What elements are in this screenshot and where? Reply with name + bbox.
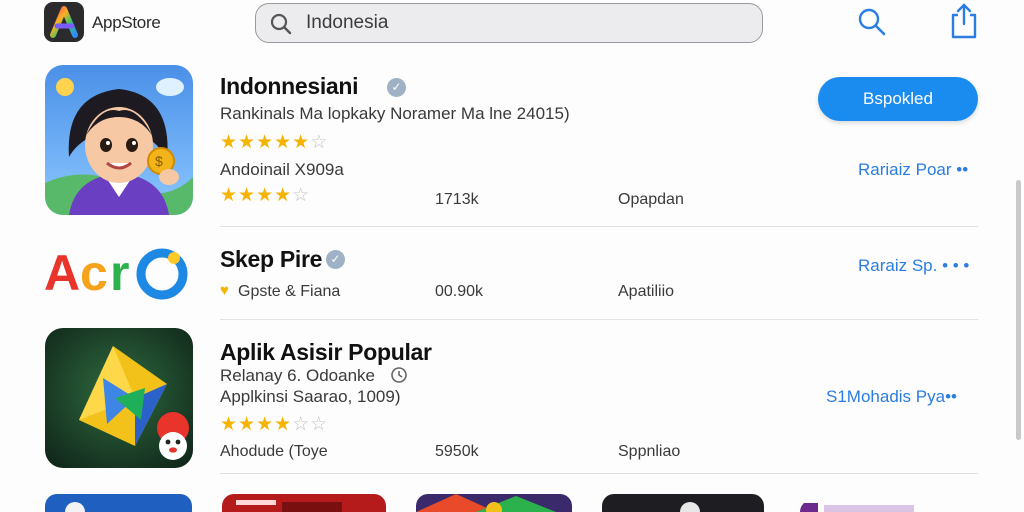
svg-text:r: r	[110, 245, 129, 301]
share-button[interactable]	[948, 2, 980, 40]
app-logo[interactable]	[44, 2, 84, 42]
download-count: 1713k	[435, 191, 479, 208]
app-tile[interactable]	[222, 494, 386, 512]
app-title: Skep Pire	[220, 246, 323, 272]
app-link[interactable]: S1Mohadis Pya••	[826, 387, 957, 407]
search-bar[interactable]	[255, 3, 763, 43]
app-type: Apatiliio	[618, 283, 675, 300]
svg-text:$: $	[155, 153, 163, 169]
app-tile[interactable]	[602, 494, 764, 512]
app-category: Gpste & Fiana	[238, 283, 341, 300]
app-category: Andoinail X909a	[220, 160, 344, 179]
share-icon	[951, 3, 977, 39]
app-icon-aplik-asisir[interactable]	[45, 328, 193, 468]
row-divider	[220, 473, 978, 474]
app-tile[interactable]	[45, 494, 192, 512]
star-rating: ★★★★★☆	[220, 132, 329, 153]
app-icon-indonnesiani[interactable]: $	[45, 65, 193, 215]
scrollbar[interactable]	[1016, 180, 1021, 440]
verified-badge-icon: ✓	[326, 250, 345, 269]
clock-icon	[390, 366, 408, 389]
verified-badge-icon: ✓	[387, 78, 406, 97]
search-icon	[858, 8, 886, 36]
app-type: Sppnliao	[618, 443, 681, 460]
row-divider	[220, 319, 978, 320]
star-rating: ★★★★☆☆	[220, 414, 329, 435]
app-link[interactable]: Rariaiz Poar ••	[858, 160, 968, 180]
svg-text:A: A	[44, 245, 80, 301]
row-divider	[220, 226, 978, 227]
download-count: 00.90k	[435, 283, 484, 300]
category-icon: ♥	[220, 282, 229, 299]
app-icon-skep-pire[interactable]: A c r	[44, 238, 194, 302]
app-type: Opapdan	[618, 191, 684, 208]
search-icon	[270, 13, 292, 40]
app-detail: Relanay 6. Odoanke	[220, 366, 375, 385]
get-button[interactable]: Bspokled	[818, 77, 978, 121]
app-link[interactable]: Raraiz Sp. • • •	[858, 256, 969, 276]
app-subtitle: Rankinals Ma lopkaky Noramer Ma lne 2401…	[220, 104, 570, 123]
app-store-title: AppStore	[92, 13, 161, 32]
download-count: 5950k	[435, 443, 479, 460]
app-tile[interactable]	[800, 500, 930, 512]
search-button[interactable]	[856, 6, 888, 38]
app-category: Ahodude (Toye	[220, 443, 328, 460]
star-rating: ★★★★☆	[220, 185, 311, 206]
app-title: Aplik Asisir Popular	[220, 339, 432, 365]
rainbow-a-logo-icon	[50, 6, 78, 38]
app-title: Indonnesiani	[220, 73, 359, 99]
svg-text:c: c	[80, 245, 108, 301]
app-detail: Applkinsi Saarao, 1009)	[220, 387, 401, 406]
app-tile[interactable]	[416, 494, 572, 512]
search-input[interactable]	[306, 12, 746, 34]
